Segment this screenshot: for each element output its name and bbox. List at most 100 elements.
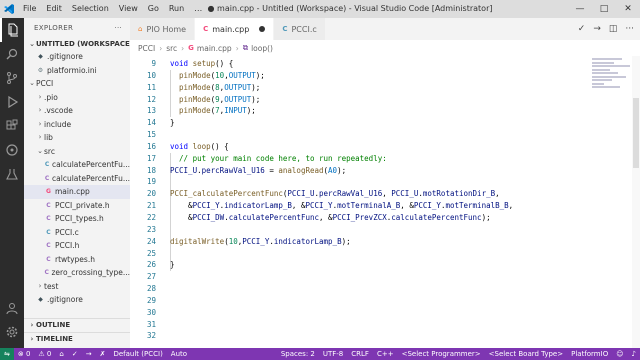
gear-icon[interactable]: [0, 320, 24, 344]
folder-item[interactable]: › .pio: [24, 91, 130, 105]
folder-label: test: [44, 281, 59, 291]
search-icon[interactable]: [0, 42, 24, 66]
arrow-right-icon[interactable]: →: [593, 24, 601, 34]
indentation-indicator[interactable]: Spaces: 2: [277, 350, 319, 358]
feedback-icon[interactable]: ☺: [612, 350, 627, 358]
scrollbar-thumb[interactable]: [633, 98, 639, 168]
menu-edit[interactable]: Edit: [41, 0, 67, 18]
code-line: pinMode(9,OUTPUT);: [179, 94, 261, 104]
folder-label: .vscode: [44, 106, 73, 115]
remote-indicator-icon[interactable]: ⇋: [0, 348, 14, 360]
line-number: 16: [146, 141, 156, 151]
clean-icon[interactable]: ✗: [96, 350, 110, 358]
notifications-icon[interactable]: ♪: [628, 350, 640, 358]
status-right: Spaces: 2 UTF-8 CRLF C++ <Select Program…: [277, 350, 640, 358]
outline-section[interactable]: › OUTLINE: [24, 318, 130, 331]
split-editor-icon[interactable]: ◫: [609, 24, 618, 34]
tab-pio-home[interactable]: ⌂ PIO Home: [130, 18, 196, 40]
test-icon[interactable]: [0, 162, 24, 186]
workspace-header[interactable]: ⌄UNTITLED (WORKSPACE): [24, 38, 130, 50]
file-item[interactable]: ⚙ platformio.ini: [24, 64, 130, 78]
menu-run[interactable]: Run: [164, 0, 189, 18]
auto-indicator[interactable]: Auto: [167, 350, 191, 358]
menu-selection[interactable]: Selection: [67, 0, 114, 18]
file-item[interactable]: Czero_crossing_type...: [24, 266, 130, 280]
menu-file[interactable]: File: [18, 0, 41, 18]
file-label: calculatePercentFu...: [52, 173, 130, 183]
folder-item[interactable]: › test: [24, 280, 130, 294]
unsaved-dot-icon[interactable]: [259, 26, 266, 32]
programmer-selector[interactable]: <Select Programmer>: [398, 350, 485, 358]
folder-item[interactable]: ⌄ src: [24, 145, 130, 159]
editor-tabs: ⌂ PIO Home Cmain.cpp C PCCI.c ✓ → ◫ ···: [130, 18, 640, 40]
line-number: 25: [146, 248, 156, 258]
timeline-section[interactable]: › TIMELINE: [24, 332, 130, 345]
file-item-selected[interactable]: Gmain.cpp: [24, 185, 130, 199]
chevron-right-icon: ›: [38, 281, 42, 290]
extensions-icon[interactable]: [0, 114, 24, 138]
minimap[interactable]: [592, 58, 632, 118]
tab-main-cpp[interactable]: Cmain.cpp: [195, 18, 275, 40]
file-item[interactable]: CcalculatePercentFu...: [24, 158, 130, 172]
file-item[interactable]: C PCCI.c: [24, 226, 130, 240]
encoding-indicator[interactable]: UTF-8: [319, 350, 347, 358]
folder-item[interactable]: ⌄ PCCI: [24, 77, 130, 91]
warnings-indicator[interactable]: ⚠ 0: [34, 350, 55, 358]
window-title: ● main.cpp - Untitled (Workspace) - Visu…: [207, 4, 493, 13]
language-indicator[interactable]: C++: [373, 350, 398, 358]
pio-home-icon[interactable]: ⌂: [55, 350, 67, 358]
line-number: 26: [146, 260, 156, 270]
run-debug-icon[interactable]: [0, 90, 24, 114]
source-control-icon[interactable]: [0, 66, 24, 90]
file-item[interactable]: CcalculatePercentFu...: [24, 172, 130, 186]
code-editor[interactable]: 9 10 11 12 13 14 15 16 17 18 19 20 21 22…: [130, 56, 640, 348]
folder-label: PCCI: [36, 79, 54, 88]
code-line: // put your main code here, to run repea…: [179, 153, 387, 163]
account-icon[interactable]: [0, 296, 24, 320]
more-actions-icon[interactable]: ···: [625, 24, 634, 34]
tab-pcci-c[interactable]: C PCCI.c: [274, 18, 326, 40]
breadcrumb-item[interactable]: main.cpp: [197, 44, 232, 53]
line-number: 31: [146, 319, 156, 329]
cpp-file-icon: G: [46, 188, 51, 195]
line-number: 17: [146, 153, 156, 163]
breadcrumb-item[interactable]: PCCI: [138, 44, 155, 53]
code-line: void loop() {: [170, 141, 229, 151]
menu-bar: File Edit Selection View Go Run …: [18, 0, 207, 18]
file-item[interactable]: Crtwtypes.h: [24, 253, 130, 267]
errors-indicator[interactable]: ⊗ 0: [14, 350, 35, 358]
platformio-icon[interactable]: [0, 138, 24, 162]
menu-view[interactable]: View: [114, 0, 143, 18]
build-icon[interactable]: ✓: [68, 350, 82, 358]
code-line: digitalWrite(10,PCCI_Y.indicatorLamp_B);: [170, 236, 351, 246]
file-item[interactable]: ◆ .gitignore: [24, 293, 130, 307]
minimize-button[interactable]: —: [568, 0, 592, 18]
file-item[interactable]: C PCCI_private.h: [24, 199, 130, 213]
maximize-button[interactable]: □: [592, 0, 616, 18]
folder-item[interactable]: › lib: [24, 131, 130, 145]
file-item[interactable]: C PCCI_types.h: [24, 212, 130, 226]
file-item[interactable]: C PCCI.h: [24, 239, 130, 253]
breadcrumb-item[interactable]: loop(): [251, 44, 273, 53]
eol-indicator[interactable]: CRLF: [347, 350, 373, 358]
board-selector[interactable]: <Select Board Type>: [485, 350, 567, 358]
check-icon[interactable]: ✓: [578, 24, 586, 34]
menu-go[interactable]: Go: [143, 0, 164, 18]
file-label: calculatePercentFu...: [52, 160, 130, 169]
close-button[interactable]: ✕: [616, 0, 640, 18]
more-actions-icon[interactable]: ···: [114, 18, 122, 38]
explorer-sidebar: EXPLORER ··· ⌄UNTITLED (WORKSPACE) ◆ .git…: [24, 18, 130, 348]
vertical-scrollbar[interactable]: [632, 56, 640, 348]
env-selector[interactable]: Default (PCCI): [109, 350, 166, 358]
upload-icon[interactable]: →: [82, 350, 96, 358]
folder-item[interactable]: › include: [24, 118, 130, 132]
file-label: rtwtypes.h: [55, 254, 95, 264]
line-number: 12: [146, 94, 156, 104]
folder-item[interactable]: › .vscode: [24, 104, 130, 118]
file-item[interactable]: ◆ .gitignore: [24, 50, 130, 64]
explorer-icon[interactable]: [0, 18, 24, 42]
breadcrumb-item[interactable]: src: [166, 44, 177, 53]
platformio-indicator[interactable]: PlatformIO: [567, 350, 612, 358]
